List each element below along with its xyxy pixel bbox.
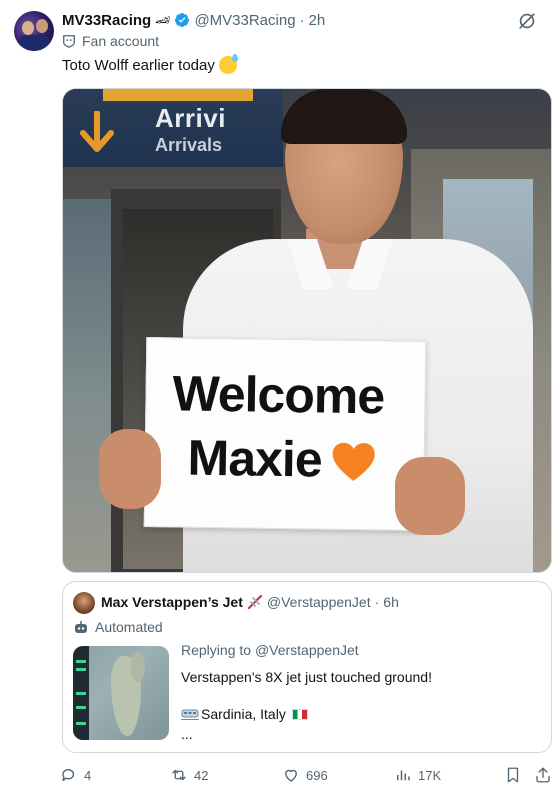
post-text-body: Toto Wolff earlier today [62, 56, 215, 74]
reply-icon [62, 769, 75, 781]
quoted-header: Max Verstappen’s Jet @VerstappenJet · 6h [101, 594, 399, 610]
repost-count: 42 [194, 767, 209, 783]
like-count: 696 [306, 767, 328, 783]
action-bar: 4 42 696 17K [60, 766, 552, 786]
views-icon [397, 770, 410, 781]
fan-badge-icon [63, 35, 75, 48]
share-icon [536, 767, 550, 783]
reply-button[interactable]: 4 [60, 766, 91, 784]
welcome-card: Welcome Maxie [143, 337, 427, 531]
post-text: Toto Wolff earlier today [62, 54, 238, 74]
quoted-separator-dot: · [374, 594, 380, 610]
jet-icon [247, 594, 262, 610]
reply-count: 4 [84, 767, 92, 783]
heart-emoji [332, 442, 375, 481]
quoted-time: 6h [383, 594, 399, 610]
grok-icon[interactable] [516, 10, 538, 32]
quoted-author-handle[interactable]: @VerstappenJet [267, 594, 371, 610]
quoted-post[interactable]: Max Verstappen’s Jet @VerstappenJet · 6h… [62, 581, 552, 753]
post-time[interactable]: 2h [309, 12, 326, 29]
quoted-ellipsis: ... [181, 726, 193, 742]
quoted-author-avatar[interactable] [73, 592, 95, 614]
bookmark-icon [507, 767, 519, 783]
replying-handle-link[interactable]: @VerstappenJet [255, 642, 359, 658]
arrow-down-icon [80, 111, 114, 152]
race-car-emoji: 🏎 [155, 13, 171, 27]
quoted-text: Verstappen's 8X jet just touched ground! [181, 669, 432, 685]
author-name[interactable]: MV33Racing [62, 12, 151, 29]
sign-text-english: Arrivals [155, 135, 223, 155]
left-hand [99, 429, 161, 509]
sign-text-italian: Arrivi [155, 103, 226, 133]
card-line-1: Welcome [172, 365, 385, 425]
italy-flag-icon [291, 708, 308, 720]
sweat-smile-emoji [218, 54, 238, 74]
bookmark-button[interactable] [504, 766, 522, 784]
separator-dot: · [299, 11, 305, 29]
right-hand [395, 457, 465, 535]
repost-button[interactable]: 42 [170, 766, 208, 784]
train-icon [181, 709, 199, 720]
location-text: Sardinia, Italy [201, 706, 286, 722]
replying-prefix: Replying to [181, 642, 255, 658]
quoted-location: Sardinia, Italy [181, 706, 308, 722]
quoted-author-name[interactable]: Max Verstappen’s Jet [101, 594, 243, 610]
like-button[interactable]: 696 [282, 766, 328, 784]
automated-label: Automated [73, 619, 163, 635]
arrivals-sign: Arrivi Arrivals [63, 89, 283, 167]
repost-icon [172, 769, 186, 781]
fan-account-text: Fan account [82, 33, 160, 49]
author-handle[interactable]: @MV33Racing [194, 12, 295, 29]
replying-to: Replying to @VerstappenJet [181, 642, 359, 658]
flight-map-thumbnail[interactable] [73, 646, 169, 740]
author-avatar[interactable] [14, 11, 54, 51]
post-image[interactable]: Arrivi Arrivals Welcome Maxie [62, 88, 552, 573]
post-header: MV33Racing 🏎 @MV33Racing · 2h [62, 10, 325, 30]
views-button[interactable]: 17K [394, 766, 441, 784]
fan-account-label: Fan account [62, 33, 159, 49]
views-count: 17K [418, 767, 442, 783]
automated-text: Automated [95, 619, 163, 635]
bot-icon [75, 621, 87, 633]
share-button[interactable] [534, 766, 552, 784]
card-line-2: Maxie [187, 429, 323, 488]
like-icon [285, 769, 297, 782]
verified-badge-icon[interactable] [174, 12, 190, 28]
